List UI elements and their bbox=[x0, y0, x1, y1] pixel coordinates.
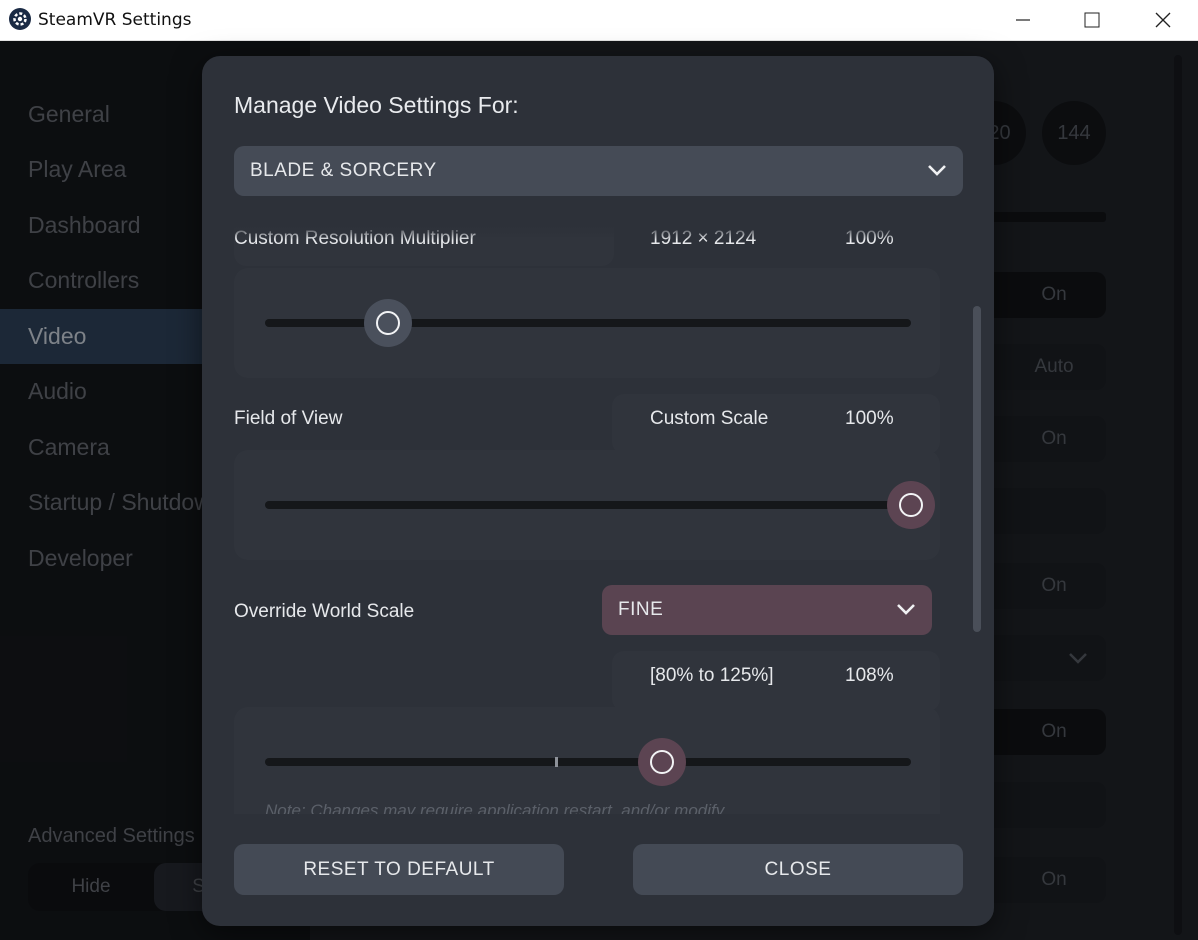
world-scale-percent: 108% bbox=[845, 665, 894, 686]
minimize-icon bbox=[1016, 19, 1030, 21]
resolution-slider-track[interactable] bbox=[265, 319, 911, 327]
application-select[interactable]: BLADE & SORCERY bbox=[234, 146, 963, 196]
video-settings-dialog: Manage Video Settings For: BLADE & SORCE… bbox=[202, 56, 994, 926]
world-scale-slider-track[interactable] bbox=[265, 758, 911, 766]
restart-note: Note: Changes may require application re… bbox=[265, 801, 725, 814]
maximize-button[interactable] bbox=[1069, 0, 1115, 40]
dialog-scrollbar-thumb[interactable] bbox=[973, 306, 981, 632]
settings-scroll-area[interactable]: Custom Resolution Multiplier 1912 × 2124… bbox=[202, 226, 994, 814]
fov-label: Field of View bbox=[234, 408, 343, 429]
world-scale-default-marker bbox=[554, 757, 558, 767]
minimize-button[interactable] bbox=[1000, 0, 1046, 40]
scroll-fade bbox=[202, 226, 994, 240]
dialog-title: Manage Video Settings For: bbox=[234, 92, 519, 118]
chevron-down-icon bbox=[928, 165, 946, 176]
world-scale-select-value: FINE bbox=[618, 599, 664, 620]
fov-slider-handle[interactable] bbox=[887, 481, 935, 529]
world-scale-range: [80% to 125%] bbox=[650, 665, 774, 686]
maximize-icon bbox=[1084, 12, 1100, 28]
steamvr-logo-icon bbox=[9, 8, 31, 30]
world-scale-slider-handle[interactable] bbox=[638, 738, 687, 786]
window-close-button[interactable] bbox=[1140, 0, 1186, 40]
resolution-slider-handle[interactable] bbox=[363, 299, 412, 347]
application-select-value: BLADE & SORCERY bbox=[250, 160, 437, 181]
chevron-down-icon bbox=[897, 604, 915, 615]
reset-to-default-button[interactable]: RESET TO DEFAULT bbox=[234, 844, 564, 895]
close-icon bbox=[1155, 12, 1171, 28]
close-button[interactable]: CLOSE bbox=[633, 844, 963, 895]
title-bar: SteamVR Settings bbox=[0, 0, 1198, 41]
fov-mode: Custom Scale bbox=[650, 408, 769, 429]
world-scale-select[interactable]: FINE bbox=[602, 585, 932, 635]
fov-percent: 100% bbox=[845, 408, 894, 429]
fov-slider-track[interactable] bbox=[265, 501, 911, 509]
window-title: SteamVR Settings bbox=[38, 10, 192, 30]
world-scale-label: Override World Scale bbox=[234, 601, 415, 622]
